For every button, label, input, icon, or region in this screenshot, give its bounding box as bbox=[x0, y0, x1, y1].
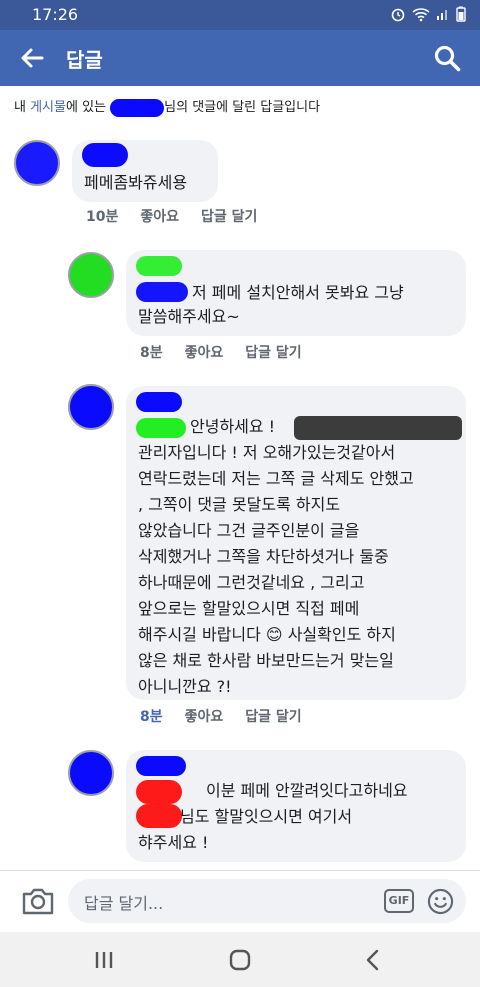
wifi-icon bbox=[412, 8, 430, 22]
reply-bubble: 저 페메 설치안해서 못봐요 그냥 말씀해주세요~ bbox=[126, 250, 466, 336]
reply-text-line: 님도 할말잇으시면 여기서 bbox=[180, 807, 353, 826]
reply-bubble: 안녕하세요 ! 관리자입니다 ! 저 오해가있는것같아서 연락드렸는데 저는 그… bbox=[126, 386, 466, 700]
reply-text-line: 아니니깐요 ?! bbox=[138, 677, 232, 696]
alarm-icon bbox=[391, 8, 405, 22]
redacted-author-name[interactable] bbox=[82, 143, 128, 167]
comment-actions: 10분 좋아요 답글 달기 bbox=[86, 206, 279, 226]
redacted-author-name[interactable] bbox=[136, 392, 182, 412]
reply-text-line: 않은 채로 한사람 바보만드는거 맞는일 bbox=[138, 651, 394, 670]
like-button[interactable]: 좋아요 bbox=[185, 706, 224, 726]
redacted-mention bbox=[136, 282, 188, 302]
comment-text: 페메좀봐쥬세용 bbox=[84, 173, 188, 192]
avatar[interactable] bbox=[14, 140, 60, 186]
reply-text-line: 말씀해주세요~ bbox=[138, 307, 240, 326]
reply-text-line: 저 페메 설치안해서 못봐요 그냥 bbox=[192, 283, 404, 302]
reply-text-line: 안녕하세요 ! bbox=[190, 417, 276, 436]
reply-text-line: 앞으로는 할말있으시면 직접 페메 bbox=[138, 599, 360, 618]
like-button[interactable]: 좋아요 bbox=[185, 342, 224, 362]
redacted-name bbox=[110, 98, 165, 117]
reply-text-line: 이분 페메 안깔려잇다고하네요 bbox=[206, 781, 408, 800]
avatar[interactable] bbox=[68, 384, 114, 430]
search-icon[interactable] bbox=[432, 43, 462, 73]
reply-text-line: 해주시길 바랍니다 😊 사실확인도 하지 bbox=[138, 625, 396, 644]
back-arrow-icon[interactable] bbox=[18, 44, 46, 72]
signal-icon bbox=[437, 10, 447, 20]
avatar[interactable] bbox=[68, 252, 114, 298]
recent-apps-icon[interactable] bbox=[90, 946, 118, 974]
reply-input[interactable]: 답글 달기... GIF bbox=[68, 879, 466, 923]
context-suffix: 님의 댓글에 달린 답글입니다 bbox=[164, 100, 321, 115]
reply-actions: 8분 좋아요 답글 달기 bbox=[140, 342, 324, 362]
reply-composer: 답글 달기... GIF bbox=[0, 870, 480, 932]
redacted-author-name[interactable] bbox=[136, 256, 182, 276]
home-icon[interactable] bbox=[226, 946, 254, 974]
reply-button[interactable]: 답글 달기 bbox=[245, 706, 301, 726]
context-prefix: 내 bbox=[14, 100, 31, 115]
context-line: 내 게시물에 있는 님의 댓글에 달린 답글입니다 bbox=[14, 96, 320, 117]
redacted-mention bbox=[136, 418, 186, 438]
reply-text-line: 연락드렸는데 저는 그쪽 글 삭제도 안했고 bbox=[138, 469, 414, 488]
reply-button[interactable]: 답글 달기 bbox=[201, 206, 257, 226]
reply-text-line: 관리자입니다 ! 저 오해가있는것같아서 bbox=[138, 443, 396, 462]
page-title: 답글 bbox=[66, 48, 103, 72]
reply-text-line: 삭제했거나 그쪽을 차단하셧거나 둘중 bbox=[138, 547, 389, 566]
redacted-author-name[interactable] bbox=[136, 756, 186, 776]
status-icons bbox=[390, 6, 466, 22]
context-mid: 에 있는 bbox=[65, 100, 111, 115]
reply-input-placeholder: 답글 달기... bbox=[84, 894, 164, 913]
gif-button[interactable]: GIF bbox=[384, 889, 414, 913]
battery-icon bbox=[456, 6, 466, 22]
reply-bubble: 이분 페메 안깔려잇다고하네요 님도 할말잇으시면 여기서 햐주세요 ! bbox=[126, 750, 466, 862]
status-bar: 17:26 bbox=[0, 0, 480, 30]
redacted-mention bbox=[136, 780, 182, 804]
comment-time[interactable]: 10분 bbox=[86, 206, 118, 226]
reply-text-line: 않았습니다 그건 글주인분이 글을 bbox=[138, 521, 360, 540]
like-button[interactable]: 좋아요 bbox=[140, 206, 179, 226]
avatar[interactable] bbox=[68, 750, 114, 796]
reply-actions: 8분 좋아요 답글 달기 bbox=[140, 706, 324, 726]
comment-bubble: 페메좀봐쥬세용 bbox=[72, 140, 218, 202]
redacted-mention bbox=[136, 804, 182, 828]
reply-text-line: 하나때문에 그런것같네요 , 그리고 bbox=[138, 573, 365, 592]
reply-button[interactable]: 답글 달기 bbox=[245, 342, 301, 362]
reply-time[interactable]: 8분 bbox=[140, 342, 163, 362]
post-link[interactable]: 게시물 bbox=[30, 100, 66, 115]
camera-icon[interactable] bbox=[20, 885, 56, 917]
app-bar: 답글 bbox=[0, 30, 480, 86]
back-icon[interactable] bbox=[360, 946, 388, 974]
status-time: 17:26 bbox=[32, 5, 79, 24]
scribble-redaction bbox=[294, 416, 462, 440]
emoji-icon[interactable] bbox=[427, 888, 454, 915]
system-nav-bar bbox=[0, 932, 480, 987]
reply-time[interactable]: 8분 bbox=[140, 706, 163, 726]
reply-text-line: 햐주세요 ! bbox=[138, 833, 209, 852]
reply-text-line: , 그쪽이 댓글 못달도록 하지도 bbox=[138, 495, 341, 514]
